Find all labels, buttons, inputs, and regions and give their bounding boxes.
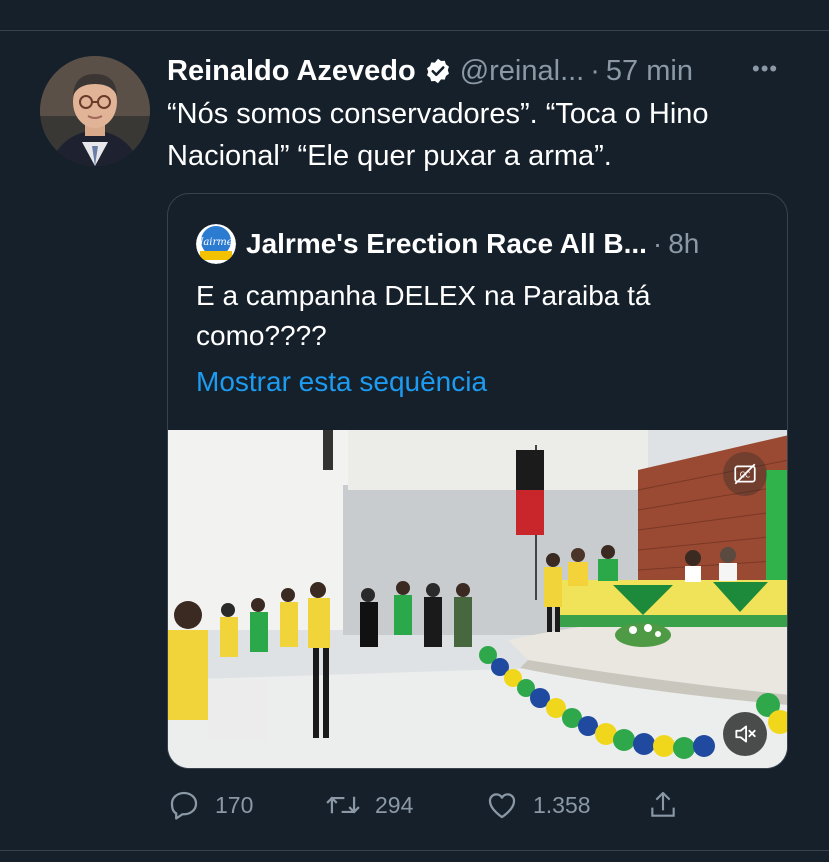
quoted-avatar-logo: Jairme (197, 237, 232, 248)
bottom-divider (0, 850, 829, 851)
show-thread-link[interactable]: Mostrar esta sequência (196, 366, 487, 398)
reply-count: 170 (215, 791, 254, 818)
video-frame (168, 430, 787, 768)
quoted-author-name[interactable]: Jalrme's Erection Race All B... (246, 228, 647, 260)
tweet-text: “Nós somos conservadores”. “Toca o Hino … (167, 98, 709, 172)
quoted-tweet-text: E a campanha DELEX na Paraiba tá como???… (196, 280, 651, 351)
share-icon (651, 791, 675, 817)
captions-toggle-button[interactable]: CC (723, 452, 767, 496)
quoted-tweet-header: Jairme Jalrme's Erection Race All B... ·… (196, 224, 699, 264)
quoted-tweet-card[interactable]: Jairme Jalrme's Erection Race All B... ·… (167, 193, 788, 769)
like-count: 1.358 (533, 791, 591, 818)
retweet-count: 294 (375, 791, 414, 818)
captions-off-icon: CC (734, 463, 756, 485)
reply-icon (170, 791, 198, 820)
unmute-button[interactable] (723, 712, 767, 756)
tweet-actions: 170 294 1.358 (167, 785, 687, 825)
avatar-photo (40, 56, 150, 166)
reply-button[interactable]: 170 (167, 785, 253, 825)
tweet-header: Reinaldo Azevedo @reinal... · 57 min (167, 52, 693, 90)
quoted-header-separator: · (652, 228, 663, 259)
muted-speaker-icon (735, 725, 756, 743)
share-button[interactable] (647, 785, 693, 825)
quoted-author-avatar: Jairme (196, 224, 236, 264)
author-avatar[interactable] (40, 56, 150, 166)
tweet-timestamp[interactable]: 57 min (606, 55, 693, 88)
retweet-button[interactable]: 294 (325, 785, 413, 825)
verified-badge-icon (424, 57, 452, 85)
author-handle[interactable]: @reinal... (460, 55, 585, 88)
like-button[interactable]: 1.358 (485, 785, 591, 825)
more-options-icon[interactable]: ••• (752, 56, 778, 82)
quoted-tweet-timestamp[interactable]: 8h (668, 228, 699, 260)
top-divider (0, 30, 829, 31)
author-name[interactable]: Reinaldo Azevedo (167, 55, 416, 88)
retweet-icon (326, 796, 360, 814)
video-player[interactable]: CC (168, 430, 787, 768)
header-separator: · (590, 54, 600, 87)
heart-icon (488, 793, 516, 819)
